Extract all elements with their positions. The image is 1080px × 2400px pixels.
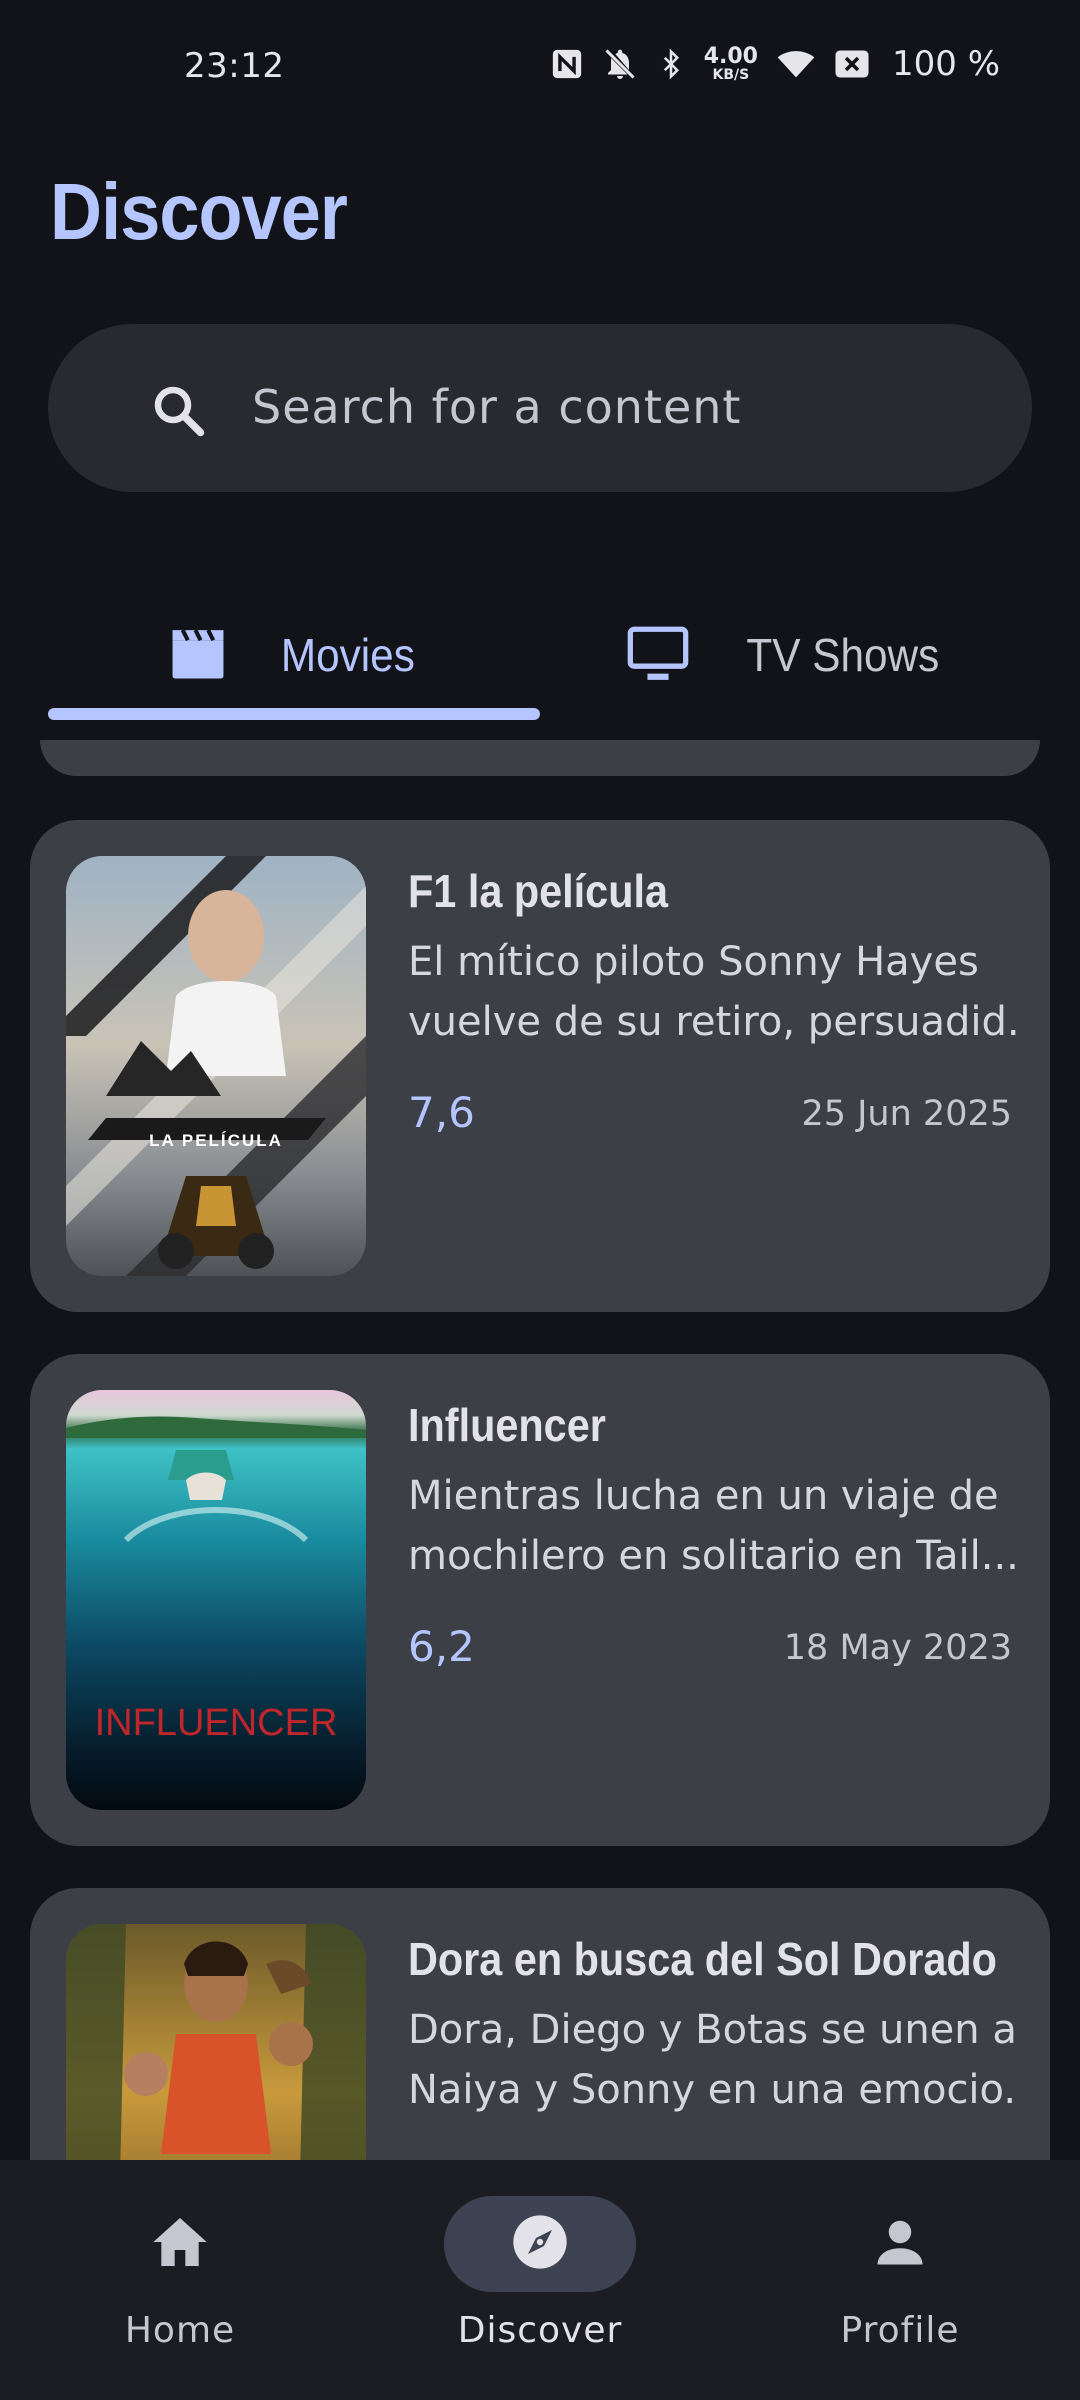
network-speed: 4.00 KB/S — [703, 44, 758, 83]
bottom-navigation: Home Discover Profile — [0, 2160, 1080, 2400]
svg-text:INFLUENCER: INFLUENCER — [95, 1702, 338, 1744]
content-type-tabs: Movies TV Shows — [48, 590, 1032, 720]
tv-icon — [624, 624, 692, 686]
bluetooth-icon — [656, 46, 686, 82]
tab-tv-shows-label: TV Shows — [746, 629, 940, 681]
status-bar: 23:12 4.00 KB/S 100 % — [0, 0, 1080, 136]
svg-text:LA PELÍCULA: LA PELÍCULA — [149, 1131, 283, 1150]
movie-poster — [66, 1924, 366, 2160]
tab-indicator — [48, 708, 540, 720]
movie-poster: INFLUENCER — [66, 1390, 366, 1810]
nav-home[interactable]: Home — [0, 2196, 360, 2376]
movie-title: F1 la película — [408, 865, 669, 917]
discover-screen: 23:12 4.00 KB/S 100 % Discover Search fo… — [0, 0, 1080, 2400]
compass-icon — [508, 2210, 572, 2278]
previous-card-peek[interactable] — [40, 740, 1040, 776]
movie-list[interactable]: LA PELÍCULA F1 la película El mítico pil… — [0, 740, 1080, 2160]
status-time: 23:12 — [184, 46, 285, 86]
tab-movies-label: Movies — [280, 629, 416, 681]
wifi-icon — [776, 47, 816, 81]
movie-rating: 7,6 — [408, 1088, 475, 1137]
movie-card[interactable]: LA PELÍCULA F1 la película El mítico pil… — [30, 820, 1050, 1312]
no-sim-icon — [834, 47, 870, 81]
page-title: Discover — [50, 167, 348, 256]
nav-discover-label: Discover — [457, 2310, 623, 2351]
search-input[interactable]: Search for a content — [48, 324, 1032, 492]
tab-movies[interactable]: Movies — [48, 590, 540, 720]
movie-overview: Dora, Diego y Botas se unen a Naiya y So… — [408, 2007, 1018, 2113]
movie-overview: Mientras lucha en un viaje de mochilero … — [408, 1473, 1018, 1579]
movie-overview: El mítico piloto Sonny Hayes vuelve de s… — [408, 939, 1018, 1045]
nav-discover[interactable]: Discover — [360, 2196, 720, 2376]
movie-title: Dora en busca del Sol Dorado — [408, 1933, 997, 1985]
nav-home-pill — [84, 2196, 276, 2292]
status-icons: 4.00 KB/S 100 % — [550, 44, 1000, 84]
person-icon — [870, 2212, 930, 2276]
nav-profile-label: Profile — [840, 2310, 960, 2351]
clapperboard-icon — [167, 625, 229, 685]
nav-home-label: Home — [124, 2310, 236, 2351]
movie-release-date: 18 May 2023 — [783, 1628, 1012, 1668]
movie-rating: 6,2 — [408, 1622, 475, 1671]
movie-card[interactable]: Dora en busca del Sol Dorado Dora, Diego… — [30, 1888, 1050, 2160]
search-icon — [148, 380, 208, 440]
tab-tv-shows[interactable]: TV Shows — [540, 590, 1032, 720]
nav-profile[interactable]: Profile — [720, 2196, 1080, 2376]
movie-release-date: 25 Jun 2025 — [801, 1094, 1012, 1134]
movie-title: Influencer — [408, 1399, 606, 1451]
muted-bell-icon — [602, 46, 638, 82]
nav-profile-pill — [804, 2196, 996, 2292]
nav-discover-pill — [444, 2196, 636, 2292]
search-placeholder: Search for a content — [252, 380, 742, 434]
nfc-icon — [550, 47, 584, 81]
movie-card[interactable]: INFLUENCER Influencer Mientras lucha en … — [30, 1354, 1050, 1846]
battery-level: 100 % — [891, 44, 1000, 84]
home-icon — [148, 2212, 212, 2276]
movie-poster: LA PELÍCULA — [66, 856, 366, 1276]
